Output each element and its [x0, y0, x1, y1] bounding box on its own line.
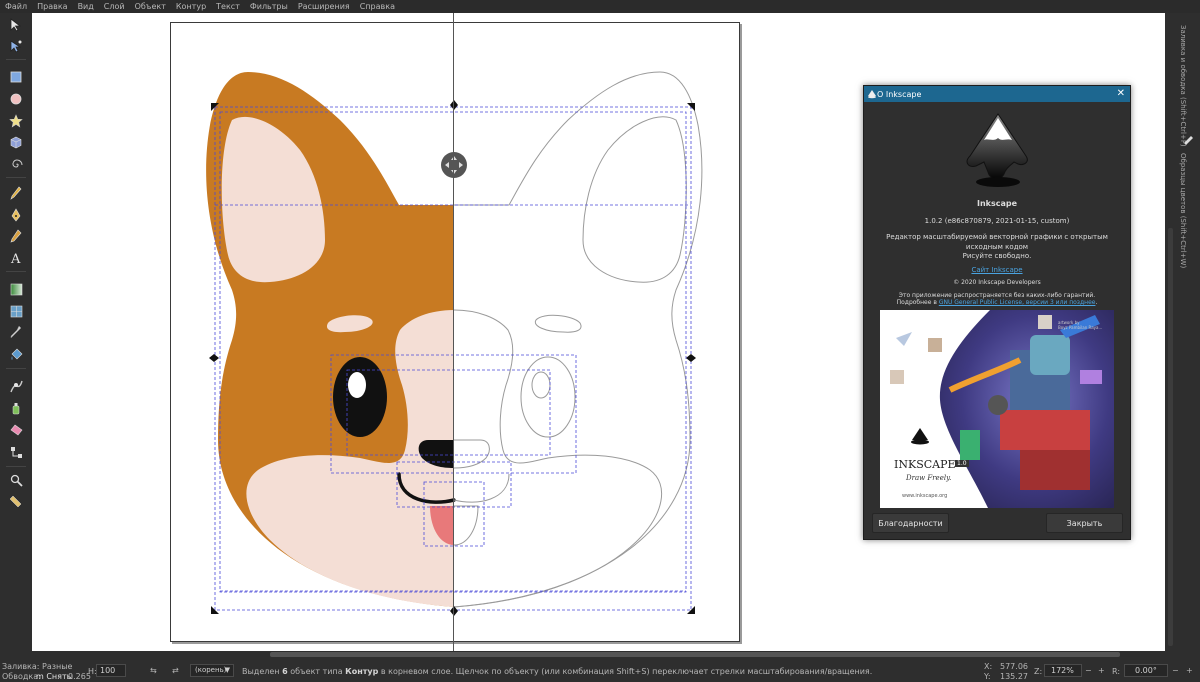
- menu-view[interactable]: Вид: [73, 0, 99, 13]
- tab-fill-stroke[interactable]: Заливка и обводка (Shift+Ctrl+F): [1179, 25, 1187, 147]
- zoom-label: Z:: [1034, 667, 1043, 676]
- splash-url: www.inkscape.org: [902, 493, 948, 499]
- tab-swatches[interactable]: Образцы цветов (Shift+Ctrl+W): [1179, 153, 1187, 268]
- status-bar: Заливка: Разные Обводка: m Сняты 0.265 H…: [0, 658, 1200, 682]
- about-license-link[interactable]: GNU General Public License, версии 3 или…: [939, 299, 1096, 306]
- corgi-colored-half: [206, 72, 456, 607]
- about-titlebar[interactable]: О Inkscape ✕: [864, 86, 1130, 102]
- measure-tool-icon[interactable]: [7, 494, 25, 510]
- horizontal-scrollbar[interactable]: [270, 652, 1120, 657]
- toolbox-separator: [6, 59, 26, 60]
- toolbox-separator: [6, 466, 26, 467]
- about-license-prefix: Подробнее в: [896, 299, 937, 306]
- toolbox-separator: [6, 368, 26, 369]
- calligraphy-tool-icon[interactable]: [7, 228, 25, 244]
- paint-bucket-tool-icon[interactable]: [7, 346, 25, 362]
- close-button[interactable]: Закрыть: [1046, 513, 1123, 533]
- layer-toggle-icon[interactable]: ⇆: [150, 666, 157, 675]
- about-license: Подробнее в GNU General Public License, …: [864, 299, 1130, 306]
- rotation-center-icon: [441, 152, 467, 178]
- splash-slogan: Draw Freely.: [906, 474, 952, 482]
- about-description: Редактор масштабируемой векторной график…: [886, 233, 1108, 251]
- splash-version-badge: 1.0: [955, 460, 969, 467]
- inkscape-small-icon: [868, 90, 876, 99]
- about-copyright: © 2020 Inkscape Developers: [953, 279, 1041, 286]
- menu-object[interactable]: Объект: [130, 0, 171, 13]
- rotate-decrease-button[interactable]: −: [1172, 666, 1179, 675]
- x-label: X:: [984, 662, 993, 671]
- rectangle-tool-icon[interactable]: [7, 69, 25, 85]
- zoom-in-button[interactable]: +: [1098, 666, 1105, 675]
- about-website-link-wrap: Сайт Inkscape: [864, 266, 1130, 274]
- splash-artwork: INKSCAPE 1.0 Draw Freely. www.inkscape.o…: [880, 310, 1114, 508]
- node-tool-icon[interactable]: [7, 38, 25, 54]
- zoom-out-button[interactable]: −: [1085, 666, 1092, 675]
- zoom-input[interactable]: 172%: [1044, 664, 1082, 677]
- rotate-increase-button[interactable]: +: [1186, 666, 1193, 675]
- inkscape-logo-icon: [966, 113, 1028, 187]
- paint-brush-icon[interactable]: [1182, 130, 1194, 149]
- toolbox: A: [0, 13, 32, 653]
- spray-tool-icon[interactable]: [7, 400, 25, 416]
- text-tool-icon[interactable]: A: [7, 250, 25, 266]
- menu-text[interactable]: Текст: [211, 0, 245, 13]
- menu-file[interactable]: Файл: [0, 0, 32, 13]
- layer-dropdown-value: (корень): [195, 666, 227, 674]
- corgi-outline-half: [453, 71, 703, 608]
- menu-path[interactable]: Контур: [171, 0, 211, 13]
- inkscape-window: Файл Правка Вид Слой Объект Контур Текст…: [0, 0, 1200, 682]
- star-tool-icon[interactable]: [7, 113, 25, 129]
- selector-tool-icon[interactable]: [7, 17, 25, 33]
- about-dialog: О Inkscape ✕ Inkscape 1.0.2 (e86c870879,…: [863, 85, 1131, 540]
- connector-tool-icon[interactable]: [7, 444, 25, 460]
- about-app-name: Inkscape: [976, 199, 1018, 208]
- rotation-label: R:: [1112, 667, 1121, 676]
- splash-brand: INKSCAPE: [894, 458, 956, 471]
- layer-dropdown[interactable]: (корень) ▼: [190, 664, 234, 677]
- svg-text:A: A: [10, 252, 21, 265]
- menu-extensions[interactable]: Расширения: [293, 0, 355, 13]
- pen-tool-icon[interactable]: [7, 207, 25, 223]
- toolbox-separator: [6, 271, 26, 272]
- dropper-tool-icon[interactable]: [7, 324, 25, 340]
- about-warranty: Это приложение распространяется без каки…: [898, 292, 1096, 299]
- menu-filters[interactable]: Фильтры: [245, 0, 293, 13]
- dock-scrollbar[interactable]: [1168, 228, 1173, 646]
- about-version: 1.0.2 (e86c870879, 2021-01-15, custom): [924, 217, 1070, 225]
- zoom-tool-icon[interactable]: [7, 472, 25, 488]
- cursor-y: 135.27: [1000, 672, 1028, 681]
- status-message: Выделен 6 объект типа Контур в корневом …: [242, 667, 873, 676]
- fill-value[interactable]: Разные: [42, 662, 72, 671]
- menu-edit[interactable]: Правка: [32, 0, 72, 13]
- mesh-tool-icon[interactable]: [7, 303, 25, 319]
- chevron-down-icon: ▼: [224, 666, 230, 674]
- eraser-tool-icon[interactable]: [7, 422, 25, 438]
- menu-layer[interactable]: Слой: [99, 0, 130, 13]
- rotation-input[interactable]: 0.00°: [1124, 664, 1168, 677]
- tweak-tool-icon[interactable]: [7, 378, 25, 394]
- layer-lock-icon[interactable]: ⇄: [172, 666, 179, 675]
- box-3d-tool-icon[interactable]: [7, 134, 25, 150]
- ellipse-tool-icon[interactable]: [7, 91, 25, 107]
- close-icon[interactable]: ✕: [1117, 87, 1125, 101]
- menu-bar: Файл Правка Вид Слой Объект Контур Текст…: [0, 0, 1200, 13]
- about-license-suffix: .: [1095, 299, 1098, 306]
- opacity-input[interactable]: 100: [96, 664, 126, 677]
- corgi-eye-highlight: [348, 372, 366, 398]
- credits-button[interactable]: Благодарности: [872, 513, 949, 533]
- toolbox-separator: [6, 177, 26, 178]
- gradient-tool-icon[interactable]: [7, 281, 25, 297]
- pencil-tool-icon[interactable]: [7, 185, 25, 201]
- y-label: Y:: [984, 672, 991, 681]
- about-website-link[interactable]: Сайт Inkscape: [971, 266, 1022, 274]
- stroke-label: Обводка:: [2, 672, 41, 681]
- spiral-tool-icon[interactable]: [7, 156, 25, 172]
- vertical-guide-line[interactable]: [453, 13, 454, 651]
- fill-label: Заливка:: [2, 662, 40, 671]
- about-title: О Inkscape: [877, 89, 922, 99]
- about-tagline: Рисуйте свободно.: [962, 252, 1032, 260]
- menu-help[interactable]: Справка: [355, 0, 400, 13]
- cursor-x: 577.06: [1000, 662, 1028, 671]
- splash-credit: artwork by Boyz Pambilan Raya...: [1058, 320, 1103, 330]
